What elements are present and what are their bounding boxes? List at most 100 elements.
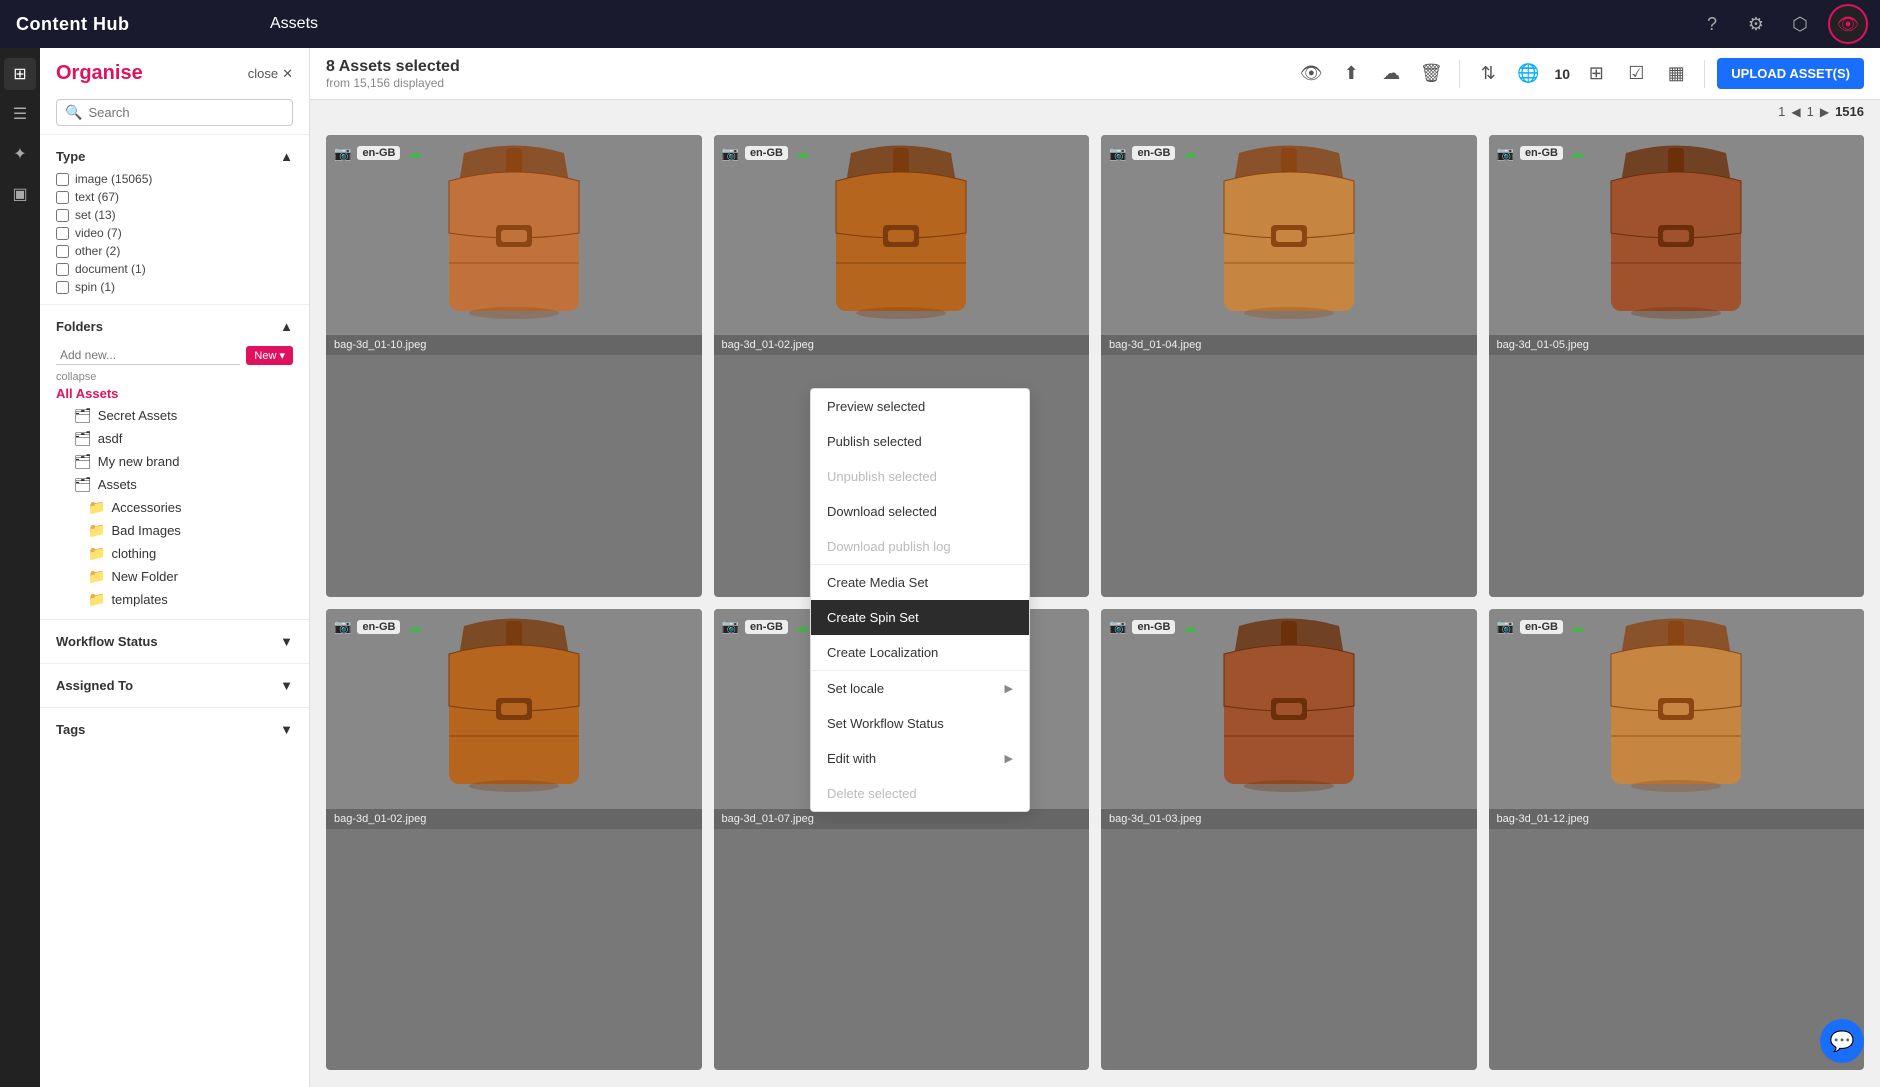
type-checkbox[interactable] <box>56 191 69 204</box>
context-menu-item[interactable]: Set Workflow Status <box>811 706 1029 741</box>
assigned-section: Assigned To ▼ <box>40 663 309 707</box>
camera-icon: 📷 <box>334 618 351 635</box>
folder-icon: 📁 <box>88 499 105 516</box>
type-filter-header[interactable]: Type ▲ <box>56 143 293 170</box>
leftnav-tools-icon[interactable]: ✦ <box>4 138 36 170</box>
asset-card[interactable]: 📷 en-GB ☁ bag-3d_01 <box>326 135 702 597</box>
tags-header[interactable]: Tags ▼ <box>56 716 293 743</box>
asset-image-area <box>326 135 702 335</box>
all-assets-folder[interactable]: All Assets <box>56 383 293 404</box>
asset-card[interactable]: 📷 en-GB ☁ bag-3d_01 <box>1101 135 1477 597</box>
status-icon: ☁ <box>1181 617 1197 637</box>
folder-item[interactable]: 📁New Folder <box>56 565 293 588</box>
type-checkbox[interactable] <box>56 227 69 240</box>
type-checkbox[interactable] <box>56 173 69 186</box>
context-menu-item[interactable]: Edit with▶ <box>811 741 1029 776</box>
type-filter-item[interactable]: document (1) <box>56 260 293 278</box>
grid-view-icon-btn[interactable]: ⊞ <box>1580 58 1612 90</box>
context-menu-item[interactable]: Set locale▶ <box>811 671 1029 706</box>
export-icon[interactable]: ⬡ <box>1784 8 1816 40</box>
folder-item[interactable]: 📁Bad Images <box>56 519 293 542</box>
page-num-input[interactable]: 1 <box>1807 104 1814 119</box>
asset-image-area <box>1101 135 1477 335</box>
folder-item[interactable]: 📁clothing <box>56 542 293 565</box>
asset-card[interactable]: 📷 en-GB ☁ bag-3d_01 <box>1489 135 1865 597</box>
context-menu-item[interactable]: Publish selected <box>811 424 1029 459</box>
chat-icon-btn[interactable]: 💬 <box>1820 1019 1864 1063</box>
next-page-btn[interactable]: ▶ <box>1820 105 1829 119</box>
asset-card[interactable]: 📷 en-GB ☁ bag-3d_01 <box>1489 609 1865 1071</box>
help-icon[interactable]: ? <box>1696 8 1728 40</box>
toolbar-divider <box>1459 60 1460 88</box>
leftnav-box-icon[interactable]: ▣ <box>4 178 36 210</box>
folder-icon: 🗂 <box>74 430 92 447</box>
options-icon-btn[interactable]: ▦ <box>1660 58 1692 90</box>
new-folder-button[interactable]: New ▾ <box>246 346 293 365</box>
asset-grid: 📷 en-GB ☁ bag-3d_01 <box>310 123 1880 1082</box>
type-checkbox[interactable] <box>56 281 69 294</box>
globe-icon-btn[interactable]: 🌐 <box>1512 58 1544 90</box>
prev-page-btn[interactable]: ◀ <box>1791 105 1800 119</box>
upload-assets-button[interactable]: UPLOAD ASSET(S) <box>1717 58 1864 89</box>
type-filter-item[interactable]: other (2) <box>56 242 293 260</box>
selection-count: 8 Assets selected <box>326 58 460 76</box>
avatar-eye-icon: 👁 <box>1837 14 1860 35</box>
bag-svg <box>434 616 594 801</box>
type-filter-item[interactable]: video (7) <box>56 224 293 242</box>
bag-svg <box>1209 616 1369 801</box>
type-checkbox[interactable] <box>56 263 69 276</box>
folder-item[interactable]: 🗂Assets <box>56 473 293 496</box>
folder-item[interactable]: 🗂My new brand <box>56 450 293 473</box>
folder-item[interactable]: 🗂asdf <box>56 427 293 450</box>
status-icon: ☁ <box>794 617 810 637</box>
context-menu-item[interactable]: Create Localization <box>811 635 1029 670</box>
folder-item[interactable]: 📁Accessories <box>56 496 293 519</box>
context-menu-item[interactable]: Create Media Set <box>811 565 1029 600</box>
camera-icon: 📷 <box>1497 145 1514 162</box>
asset-name: bag-3d_01-04.jpeg <box>1101 335 1477 355</box>
bag-svg <box>1596 616 1756 801</box>
locale-badge: en-GB <box>357 620 400 634</box>
sort-icon-btn[interactable]: ⇅ <box>1472 58 1504 90</box>
check-icon-btn[interactable]: ☑ <box>1620 58 1652 90</box>
asset-card-header: 📷 en-GB ☁ <box>334 143 694 163</box>
locale-badge: en-GB <box>1132 620 1175 634</box>
folders-header[interactable]: Folders ▲ <box>56 313 293 340</box>
assigned-expand-icon: ▼ <box>280 678 293 693</box>
context-menu: Preview selectedPublish selectedUnpublis… <box>810 388 1030 812</box>
search-icon: 🔍 <box>65 104 82 121</box>
context-menu-item[interactable]: Preview selected <box>811 389 1029 424</box>
user-avatar[interactable]: 👁 <box>1828 4 1868 44</box>
type-filter-item[interactable]: image (15065) <box>56 170 293 188</box>
camera-icon: 📷 <box>722 145 739 162</box>
leftnav-grid-icon[interactable]: ⊞ <box>4 58 36 90</box>
total-pages: 1516 <box>1835 104 1864 119</box>
asset-card[interactable]: 📷 en-GB ☁ bag-3d_01 <box>1101 609 1477 1071</box>
preview-icon-btn[interactable]: 👁 <box>1295 58 1327 90</box>
cloud-icon-btn[interactable]: ☁ <box>1375 58 1407 90</box>
upload-icon-btn[interactable]: ⬆ <box>1335 58 1367 90</box>
type-filter-item[interactable]: text (67) <box>56 188 293 206</box>
search-input[interactable] <box>88 105 284 120</box>
type-filter-item[interactable]: set (13) <box>56 206 293 224</box>
folder-add-input[interactable] <box>56 346 240 365</box>
close-button[interactable]: close ✕ <box>248 66 293 82</box>
context-menu-item[interactable]: Download selected <box>811 494 1029 529</box>
workflow-header[interactable]: Workflow Status ▼ <box>56 628 293 655</box>
folder-icon: 📁 <box>88 545 105 562</box>
delete-icon-btn[interactable]: 🗑 <box>1415 58 1447 90</box>
asset-card[interactable]: 📷 en-GB ☁ bag-3d_01 <box>326 609 702 1071</box>
collapse-link[interactable]: collapse <box>56 371 293 383</box>
type-filter-item[interactable]: spin (1) <box>56 278 293 296</box>
toolbar: 8 Assets selected from 15,156 displayed … <box>310 48 1880 100</box>
locale-badge: en-GB <box>1520 620 1563 634</box>
context-menu-item[interactable]: Create Spin Set <box>811 600 1029 635</box>
type-checkbox[interactable] <box>56 209 69 222</box>
type-checkbox[interactable] <box>56 245 69 258</box>
assigned-header[interactable]: Assigned To ▼ <box>56 672 293 699</box>
leftnav-filter-icon[interactable]: ☰ <box>4 98 36 130</box>
folder-item[interactable]: 🗂Secret Assets <box>56 404 293 427</box>
settings-icon[interactable]: ⚙ <box>1740 8 1772 40</box>
folder-item[interactable]: 📁templates <box>56 588 293 611</box>
topnav-icons: ? ⚙ ⬡ 👁 <box>1696 4 1880 44</box>
